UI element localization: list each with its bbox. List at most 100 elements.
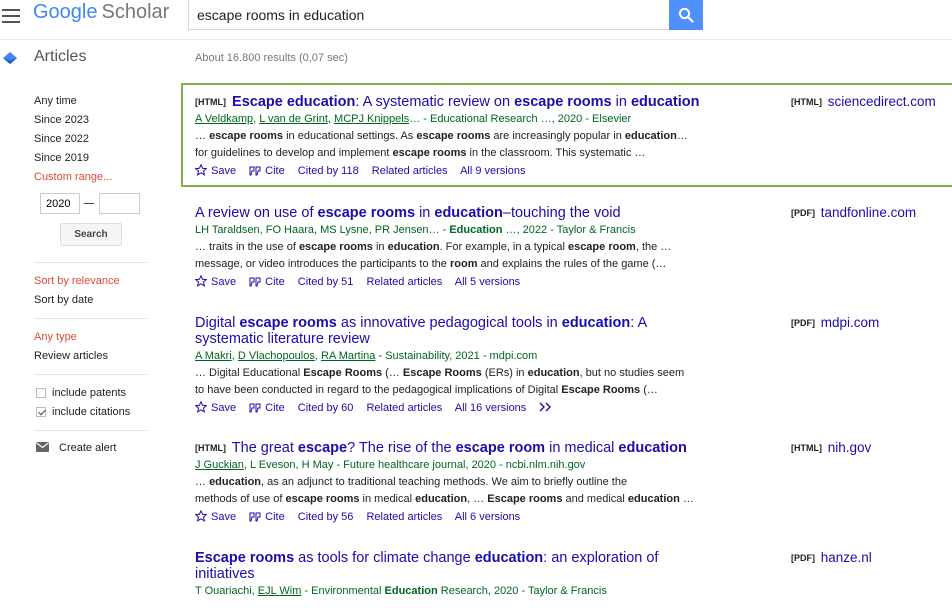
quote-icon [249,277,261,287]
author-link[interactable]: A Veldkamp [195,113,253,125]
cited-by-link[interactable]: Cited by 56 [298,511,354,523]
filter-any-time[interactable]: Any time [34,92,112,111]
snippet-text: escape rooms [298,241,373,253]
side-source-link[interactable]: [PDF] mdpi.com [791,315,879,330]
title-part: education [474,550,544,566]
more-chevron-icon[interactable] [539,402,553,412]
side-domain: sciencedirect.com [827,94,936,109]
filter-since-2022[interactable]: Since 2022 [34,130,112,149]
save-link[interactable]: Save [195,401,236,414]
snippet-text: and explains the rules of the game (… [477,258,667,270]
side-source-link[interactable]: [PDF] tandfonline.com [791,205,916,220]
author-link[interactable]: J Guckian [195,459,244,471]
envelope-icon [36,442,49,452]
all-versions-link[interactable]: All 5 versions [455,276,520,288]
include-patents-checkbox[interactable]: include patents [34,384,130,403]
search-input[interactable] [189,0,669,29]
side-format-tag: [HTML] [791,443,822,453]
type-any[interactable]: Any type [34,328,108,347]
related-articles-link[interactable]: Related articles [372,165,448,177]
sort-by-date[interactable]: Sort by date [34,291,120,310]
side-source-link[interactable]: [HTML] sciencedirect.com [791,94,936,109]
range-to-input[interactable] [99,193,140,214]
title-part: –touching the void [502,205,621,221]
star-icon [195,401,207,413]
menu-icon[interactable] [2,9,20,23]
publication-info: …, 2022 - Taylor & Francis [502,224,636,236]
author-link[interactable]: MCPJ Knippels [334,113,409,125]
cite-label: Cite [265,165,285,177]
sort-by-relevance[interactable]: Sort by relevance [34,272,120,291]
side-format-tag: [PDF] [791,208,815,218]
result-title[interactable]: [HTML] Escape education: A systematic re… [195,94,785,110]
result-actions: Save Cite Cited by 56 Related articles A… [195,508,785,526]
range-search-button[interactable]: Search [60,223,122,246]
google-scholar-logo[interactable]: Google Scholar [33,0,169,24]
section-row: Articles [0,44,952,72]
snippet-text: education [627,493,680,505]
result-title[interactable]: [HTML] The great escape? The rise of the… [195,440,785,456]
author-link[interactable]: L van de Grint [259,113,328,125]
filter-since-2023[interactable]: Since 2023 [34,111,112,130]
snippet-text: and medical [562,493,628,505]
sort-options: Sort by relevance Sort by date [34,272,120,310]
snippet-text: education [415,493,468,505]
all-versions-link[interactable]: All 6 versions [455,511,520,523]
related-articles-link[interactable]: Related articles [366,402,442,414]
snippet-text: escape rooms [285,493,360,505]
all-versions-link[interactable]: All 9 versions [460,165,525,177]
cite-link[interactable]: Cite [249,165,285,177]
cited-by-link[interactable]: Cited by 60 [298,402,354,414]
publication-info: , L Eveson, H May - Future healthcare jo… [243,459,586,471]
save-link[interactable]: Save [195,510,236,523]
related-articles-link[interactable]: Related articles [366,511,442,523]
author-link[interactable]: D Vlachopoulos [238,350,315,362]
result-title[interactable]: Digital escape rooms as innovative pedag… [195,315,785,347]
section-title[interactable]: Articles [34,48,86,66]
snippet-text: Escape Rooms [561,384,641,396]
snippet-text: Escape rooms [487,493,563,505]
related-articles-link[interactable]: Related articles [366,276,442,288]
result-authors: T Ouariachi, EJL Wim - Environmental Edu… [195,582,785,600]
cite-link[interactable]: Cite [249,511,285,523]
checkbox-checked[interactable] [36,407,46,417]
publication-info: Education [449,224,503,236]
create-alert-link[interactable]: Create alert [34,440,116,456]
save-link[interactable]: Save [195,164,236,177]
logo-scholar: Scholar [101,1,170,23]
author-link[interactable]: RA Martina [321,350,375,362]
type-options: Any type Review articles [34,328,108,366]
checkbox-unchecked[interactable] [36,388,46,398]
title-part: as innovative pedagogical tools in [336,315,562,331]
filter-custom-range[interactable]: Custom range... [34,168,112,187]
side-domain: mdpi.com [820,315,880,330]
type-review-articles[interactable]: Review articles [34,347,108,366]
side-format-tag: [PDF] [791,553,815,563]
filter-since-2019[interactable]: Since 2019 [34,149,112,168]
result-title[interactable]: Escape rooms as tools for climate change… [195,550,785,582]
range-from-input[interactable] [40,193,80,214]
title-part: education [434,205,503,221]
cite-link[interactable]: Cite [249,402,285,414]
save-link[interactable]: Save [195,275,236,288]
side-source-link[interactable]: [PDF] hanze.nl [791,550,872,565]
cited-by-link[interactable]: Cited by 118 [298,165,359,177]
cite-link[interactable]: Cite [249,276,285,288]
search-button[interactable] [669,0,703,30]
snippet-text: education [527,367,580,379]
cite-label: Cite [265,402,285,414]
header: Google Scholar [0,0,952,40]
snippet-text: , … [467,493,488,505]
snippet-text: for guidelines to develop and implement [195,147,393,159]
side-source-link[interactable]: [HTML] nih.gov [791,440,871,455]
title-part: escape rooms [239,315,337,331]
all-versions-link[interactable]: All 16 versions [455,402,527,414]
cited-by-link[interactable]: Cited by 51 [298,276,354,288]
snippet-text: room [449,258,478,270]
author-link[interactable]: EJL Wim [258,585,302,597]
title-part: Escape rooms [195,550,295,566]
include-citations-checkbox[interactable]: include citations [34,403,130,422]
author-link[interactable]: A Makri [195,350,232,362]
publication-info: Education [384,585,438,597]
result-title[interactable]: A review on use of escape rooms in educa… [195,205,785,221]
